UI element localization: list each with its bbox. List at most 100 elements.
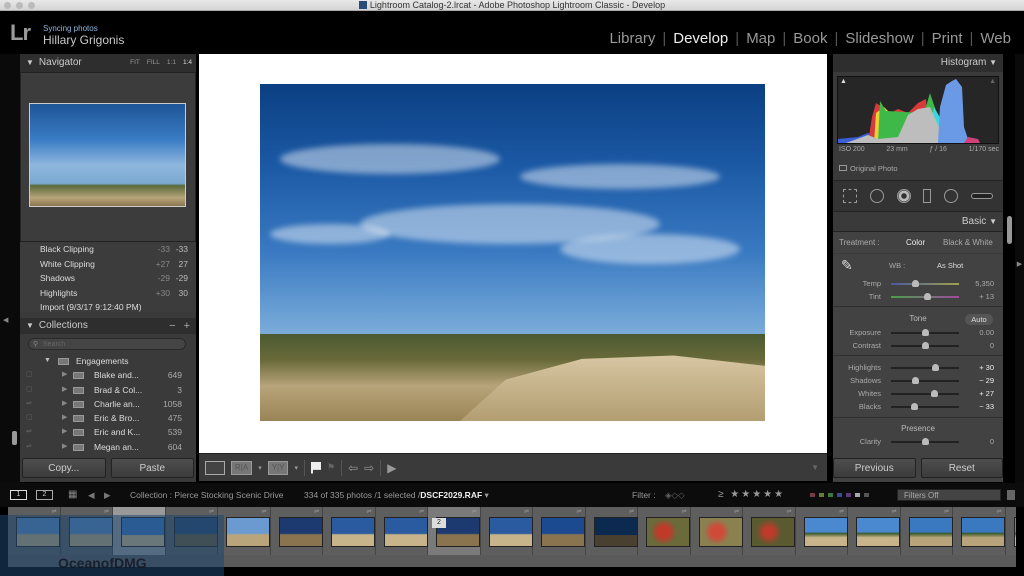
target-checkbox[interactable]: ▢ — [26, 368, 33, 382]
highlight-clipping-indicator[interactable]: ▲ — [989, 78, 996, 85]
treatment-color-option[interactable]: Color — [906, 232, 925, 254]
history-item[interactable]: Shadows -29 -29 — [20, 271, 196, 286]
filmstrip-thumbnail[interactable]: ⇌ — [323, 507, 376, 555]
blacks-slider[interactable] — [891, 403, 959, 410]
history-item[interactable]: Highlights +30 30 — [20, 286, 196, 301]
dropdown-arrow-icon[interactable]: ▾ — [258, 464, 262, 472]
navigator-thumbnail[interactable] — [29, 103, 186, 207]
treatment-bw-option[interactable]: Black & White — [943, 232, 993, 254]
original-photo-checkbox[interactable]: Original Photo — [839, 164, 898, 173]
filmstrip-thumbnail[interactable]: ⇌ — [585, 507, 638, 555]
rating-filter[interactable]: ≥ ★★★★★ — [718, 483, 785, 507]
contrast-slider[interactable] — [891, 342, 959, 349]
filter-preset-select[interactable]: Filters Off — [897, 489, 1001, 501]
shadow-clipping-indicator[interactable]: ▲ — [840, 78, 847, 85]
remove-collection-button[interactable]: − — [169, 318, 175, 334]
history-item[interactable]: White Clipping +27 27 — [20, 257, 196, 272]
filmstrip-thumbnail[interactable]: ⇌ 2 — [428, 507, 481, 555]
flag-pick-icon[interactable] — [310, 461, 321, 474]
wb-preset-select[interactable]: As Shot — [937, 261, 963, 270]
sync-icon[interactable]: ⇌ — [26, 397, 32, 411]
collection-item[interactable]: ▢ ▶ Eric & Bro... 475 — [20, 411, 196, 425]
highlights-slider[interactable] — [891, 364, 959, 371]
shadows-slider[interactable] — [891, 377, 959, 384]
previous-button[interactable]: Previous — [833, 458, 916, 478]
collection-source[interactable]: Collection : Pierce Stocking Scenic Driv… — [130, 483, 284, 507]
slider-knob[interactable] — [924, 293, 932, 300]
spot-removal-tool-icon[interactable] — [869, 189, 884, 203]
next-photo-arrow-icon[interactable]: ⇨ — [364, 461, 374, 475]
filmstrip-thumbnail[interactable]: ⇌ — [375, 507, 428, 555]
filmstrip-thumbnail[interactable]: ⇌ — [795, 507, 848, 555]
filmstrip-thumbnail[interactable]: ⇌ — [1005, 507, 1016, 555]
slider-knob[interactable] — [912, 377, 920, 384]
grid-view-icon[interactable]: ▦ — [68, 483, 77, 507]
module-slideshow[interactable]: Slideshow — [838, 30, 920, 47]
before-after-left-right-button[interactable]: R|A — [231, 460, 253, 475]
history-item[interactable]: Import (9/3/17 9:12:40 PM) — [20, 300, 196, 315]
filmstrip-thumbnail[interactable]: ⇌ — [848, 507, 901, 555]
slider-knob[interactable] — [922, 342, 929, 349]
close-button[interactable] — [4, 2, 11, 9]
red-eye-tool-icon[interactable] — [896, 189, 911, 203]
navigator-header[interactable]: ▼ Navigator FIT FILL 1:1 1:4 — [20, 54, 196, 72]
history-item[interactable]: Black Clipping -33 -33 — [20, 242, 196, 257]
paste-settings-button[interactable]: Paste — [110, 458, 194, 478]
sync-status[interactable]: Syncing photos — [43, 24, 98, 33]
slider-knob[interactable] — [932, 364, 940, 371]
main-window-button[interactable]: 1 — [10, 490, 27, 500]
module-print[interactable]: Print — [925, 30, 970, 47]
crop-overlay-tool-icon[interactable] — [843, 189, 858, 203]
play-slideshow-icon[interactable]: ▶ — [387, 461, 396, 475]
module-book[interactable]: Book — [786, 30, 834, 47]
back-arrow-icon[interactable]: ◀ — [88, 483, 95, 507]
module-library[interactable]: Library — [602, 30, 662, 47]
target-checkbox[interactable]: ▢ — [26, 411, 33, 425]
basic-panel-header[interactable]: Basic ▼ — [833, 214, 1003, 230]
yellow-label-filter[interactable] — [819, 493, 824, 497]
slider-knob[interactable] — [922, 438, 929, 445]
loupe-view-button[interactable] — [205, 460, 225, 475]
blue-label-filter[interactable] — [837, 493, 842, 497]
filmstrip-thumbnail[interactable]: ⇌ — [480, 507, 533, 555]
color-label-filter[interactable] — [810, 493, 869, 497]
clarity-slider[interactable] — [891, 438, 959, 445]
slider-knob[interactable] — [930, 390, 938, 397]
before-after-top-bottom-button[interactable]: Y|Y — [267, 460, 289, 475]
collapse-left-arrow-icon[interactable]: ◀ — [3, 316, 8, 324]
slider-knob[interactable] — [922, 329, 929, 336]
main-photo[interactable] — [260, 84, 765, 421]
flag-filter-icons[interactable]: ◈◇◇ — [665, 483, 685, 507]
slider-knob[interactable] — [911, 403, 919, 410]
exposure-slider[interactable] — [891, 329, 959, 336]
collections-search-input[interactable]: ⚲ Search — [28, 338, 186, 350]
collection-item[interactable]: ▢ ▶ Blake and... 649 — [20, 368, 196, 382]
filmstrip-thumbnail[interactable]: ⇌ — [533, 507, 586, 555]
collection-set-engagements[interactable]: ▼ Engagements — [20, 354, 196, 368]
sync-icon[interactable]: ⇌ — [26, 425, 32, 439]
collection-item[interactable]: ⇌ ▶ Charlie an... 1058 — [20, 397, 196, 411]
graduated-filter-tool-icon[interactable] — [923, 189, 932, 203]
collections-header[interactable]: ▼ Collections − + — [20, 318, 196, 334]
window-controls[interactable] — [4, 2, 35, 9]
secondary-window-button[interactable]: 2 — [36, 490, 53, 500]
custom-label-filter[interactable] — [855, 493, 860, 497]
collection-item[interactable]: ⇌ ▶ Eric and K... 539 — [20, 425, 196, 439]
histogram-graph[interactable]: ▲ ▲ — [837, 76, 999, 144]
radial-filter-tool-icon[interactable] — [943, 189, 958, 203]
forward-arrow-icon[interactable]: ▶ — [104, 483, 111, 507]
filmstrip-thumbnail[interactable]: ⇌ — [953, 507, 1006, 555]
no-label-filter[interactable] — [864, 493, 869, 497]
zoom-fill[interactable]: FILL — [147, 54, 160, 72]
red-label-filter[interactable] — [810, 493, 815, 497]
collapse-right-arrow-icon[interactable]: ▶ — [1017, 261, 1022, 268]
filmstrip-thumbnail[interactable]: ⇌ — [743, 507, 796, 555]
dropdown-arrow-icon[interactable]: ▾ — [294, 464, 298, 472]
filmstrip-thumbnail[interactable]: ⇌ — [270, 507, 323, 555]
copy-settings-button[interactable]: Copy... — [22, 458, 106, 478]
filter-lock-icon[interactable] — [1007, 490, 1015, 500]
zoom-1-1[interactable]: 1:1 — [167, 54, 176, 72]
slider-knob[interactable] — [911, 280, 919, 287]
zoom-fit[interactable]: FIT — [130, 54, 140, 72]
whites-slider[interactable] — [891, 390, 959, 397]
